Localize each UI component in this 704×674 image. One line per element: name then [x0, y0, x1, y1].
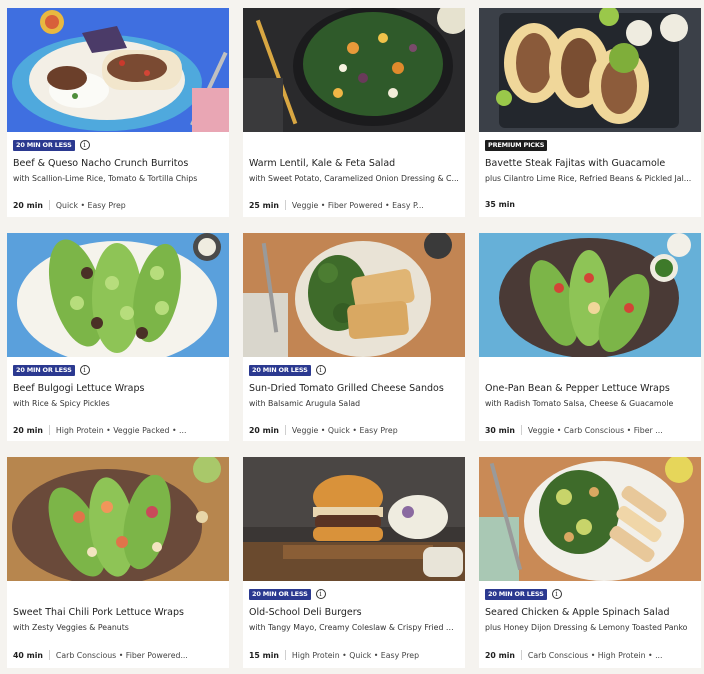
divider — [284, 650, 286, 660]
badge-20-min: 20 MIN OR LESS — [13, 364, 75, 376]
recipe-tags: Veggie • Quick • Easy Prep — [291, 425, 398, 435]
recipe-meta: 20 min Carb Conscious • High Protein • .… — [485, 650, 695, 660]
badge-row: PREMIUM PICKS — [485, 138, 695, 152]
divider — [48, 200, 50, 210]
recipe-card[interactable]: Warm Lentil, Kale & Feta Salad with Swee… — [243, 8, 465, 217]
recipe-title[interactable]: Beef & Queso Nacho Crunch Burritos — [13, 158, 223, 170]
badge-20-min: 20 MIN OR LESS — [249, 588, 311, 600]
recipe-subtitle: with Radish Tomato Salsa, Cheese & Guaca… — [485, 399, 674, 408]
cook-time: 40 min — [13, 650, 43, 660]
recipe-title[interactable]: Seared Chicken & Apple Spinach Salad — [485, 607, 695, 619]
recipe-tags: Veggie • Fiber Powered • Easy P... — [291, 200, 424, 210]
info-icon[interactable]: i — [79, 140, 90, 150]
recipe-image[interactable] — [479, 8, 701, 132]
badge-row: 20 MIN OR LESS i — [249, 587, 459, 601]
recipe-subtitle: with Tangy Mayo, Creamy Coleslaw & Crisp… — [249, 623, 459, 632]
recipe-subtitle: with Sweet Potato, Caramelized Onion Dre… — [249, 174, 459, 183]
recipe-card[interactable]: 20 MIN OR LESS i Beef Bulgogi Lettuce Wr… — [7, 233, 229, 441]
divider — [520, 650, 522, 660]
recipe-image[interactable] — [479, 233, 701, 357]
info-icon[interactable]: i — [551, 589, 562, 599]
info-icon[interactable]: i — [315, 365, 326, 375]
recipe-tags: Carb Conscious • Fiber Powered... — [55, 650, 188, 660]
recipe-subtitle: plus Honey Dijon Dressing & Lemony Toast… — [485, 623, 688, 632]
cook-time: 35 min — [485, 200, 515, 209]
cook-time: 20 min — [13, 200, 43, 210]
recipe-card[interactable]: 20 MIN OR LESS i Sun-Dried Tomato Grille… — [243, 233, 465, 441]
badge-premium-picks: PREMIUM PICKS — [485, 139, 548, 151]
cook-time: 25 min — [249, 200, 279, 210]
divider — [48, 650, 50, 660]
recipe-meta: 35 min — [485, 200, 695, 209]
recipe-card[interactable]: Sweet Thai Chili Pork Lettuce Wraps with… — [7, 457, 229, 668]
recipe-image[interactable] — [7, 8, 229, 132]
recipe-title[interactable]: Sun-Dried Tomato Grilled Cheese Sandos — [249, 383, 459, 395]
recipe-image[interactable] — [7, 233, 229, 357]
divider — [48, 425, 50, 435]
recipe-image[interactable] — [479, 457, 701, 581]
recipe-tags: Veggie • Carb Conscious • Fiber ... — [527, 425, 663, 435]
recipe-title[interactable]: Old-School Deli Burgers — [249, 607, 459, 619]
badge-20-min: 20 MIN OR LESS — [249, 364, 311, 376]
recipe-tags: Quick • Easy Prep — [55, 200, 126, 210]
badge-row — [13, 587, 223, 601]
recipe-card[interactable]: 20 MIN OR LESS i Beef & Queso Nacho Crun… — [7, 8, 229, 217]
recipe-meta: 25 min Veggie • Fiber Powered • Easy P..… — [249, 200, 459, 210]
cook-time: 30 min — [485, 425, 515, 435]
recipe-meta: 30 min Veggie • Carb Conscious • Fiber .… — [485, 425, 695, 435]
recipe-card[interactable]: One-Pan Bean & Pepper Lettuce Wraps with… — [479, 233, 701, 441]
recipe-tags: High Protein • Veggie Packed • ... — [55, 425, 187, 435]
recipe-tags: High Protein • Quick • Easy Prep — [291, 650, 420, 660]
recipe-subtitle: with Zesty Veggies & Peanuts — [13, 623, 129, 632]
recipe-meta: 20 min Veggie • Quick • Easy Prep — [249, 425, 459, 435]
cook-time: 20 min — [13, 425, 43, 435]
recipe-title[interactable]: Beef Bulgogi Lettuce Wraps — [13, 383, 223, 395]
badge-20-min: 20 MIN OR LESS — [485, 588, 547, 600]
badge-row — [485, 363, 695, 377]
divider — [520, 425, 522, 435]
divider — [284, 425, 286, 435]
recipe-card[interactable]: 20 MIN OR LESS i Old-School Deli Burgers… — [243, 457, 465, 668]
recipe-subtitle: plus Cilantro Lime Rice, Refried Beans &… — [485, 174, 692, 183]
recipe-card[interactable]: PREMIUM PICKS Bavette Steak Fajitas with… — [479, 8, 701, 217]
info-icon[interactable]: i — [79, 365, 90, 375]
badge-row: 20 MIN OR LESS i — [13, 363, 223, 377]
recipe-grid: 20 MIN OR LESS i Beef & Queso Nacho Crun… — [0, 0, 704, 674]
recipe-title[interactable]: Warm Lentil, Kale & Feta Salad — [249, 158, 459, 170]
recipe-subtitle: with Balsamic Arugula Salad — [249, 399, 361, 408]
recipe-title[interactable]: Sweet Thai Chili Pork Lettuce Wraps — [13, 607, 223, 619]
recipe-meta: 40 min Carb Conscious • Fiber Powered... — [13, 650, 223, 660]
recipe-subtitle: with Scallion-Lime Rice, Tomato & Tortil… — [13, 174, 198, 183]
badge-row: 20 MIN OR LESS i — [485, 587, 695, 601]
recipe-meta: 20 min Quick • Easy Prep — [13, 200, 223, 210]
recipe-meta: 20 min High Protein • Veggie Packed • ..… — [13, 425, 223, 435]
badge-20-min: 20 MIN OR LESS — [13, 139, 75, 151]
badge-row: 20 MIN OR LESS i — [13, 138, 223, 152]
badge-row: 20 MIN OR LESS i — [249, 363, 459, 377]
recipe-subtitle: with Rice & Spicy Pickles — [13, 399, 110, 408]
cook-time: 20 min — [249, 425, 279, 435]
cook-time: 20 min — [485, 650, 515, 660]
recipe-image[interactable] — [243, 233, 465, 357]
divider — [284, 200, 286, 210]
badge-row — [249, 138, 459, 152]
cook-time: 15 min — [249, 650, 279, 660]
info-icon[interactable]: i — [315, 589, 326, 599]
recipe-title[interactable]: Bavette Steak Fajitas with Guacamole — [485, 158, 695, 170]
recipe-card[interactable]: 20 MIN OR LESS i Seared Chicken & Apple … — [479, 457, 701, 668]
recipe-image[interactable] — [243, 457, 465, 581]
recipe-image[interactable] — [7, 457, 229, 581]
recipe-title[interactable]: One-Pan Bean & Pepper Lettuce Wraps — [485, 383, 695, 395]
recipe-meta: 15 min High Protein • Quick • Easy Prep — [249, 650, 459, 660]
recipe-tags: Carb Conscious • High Protein • ... — [527, 650, 663, 660]
recipe-image[interactable] — [243, 8, 465, 132]
